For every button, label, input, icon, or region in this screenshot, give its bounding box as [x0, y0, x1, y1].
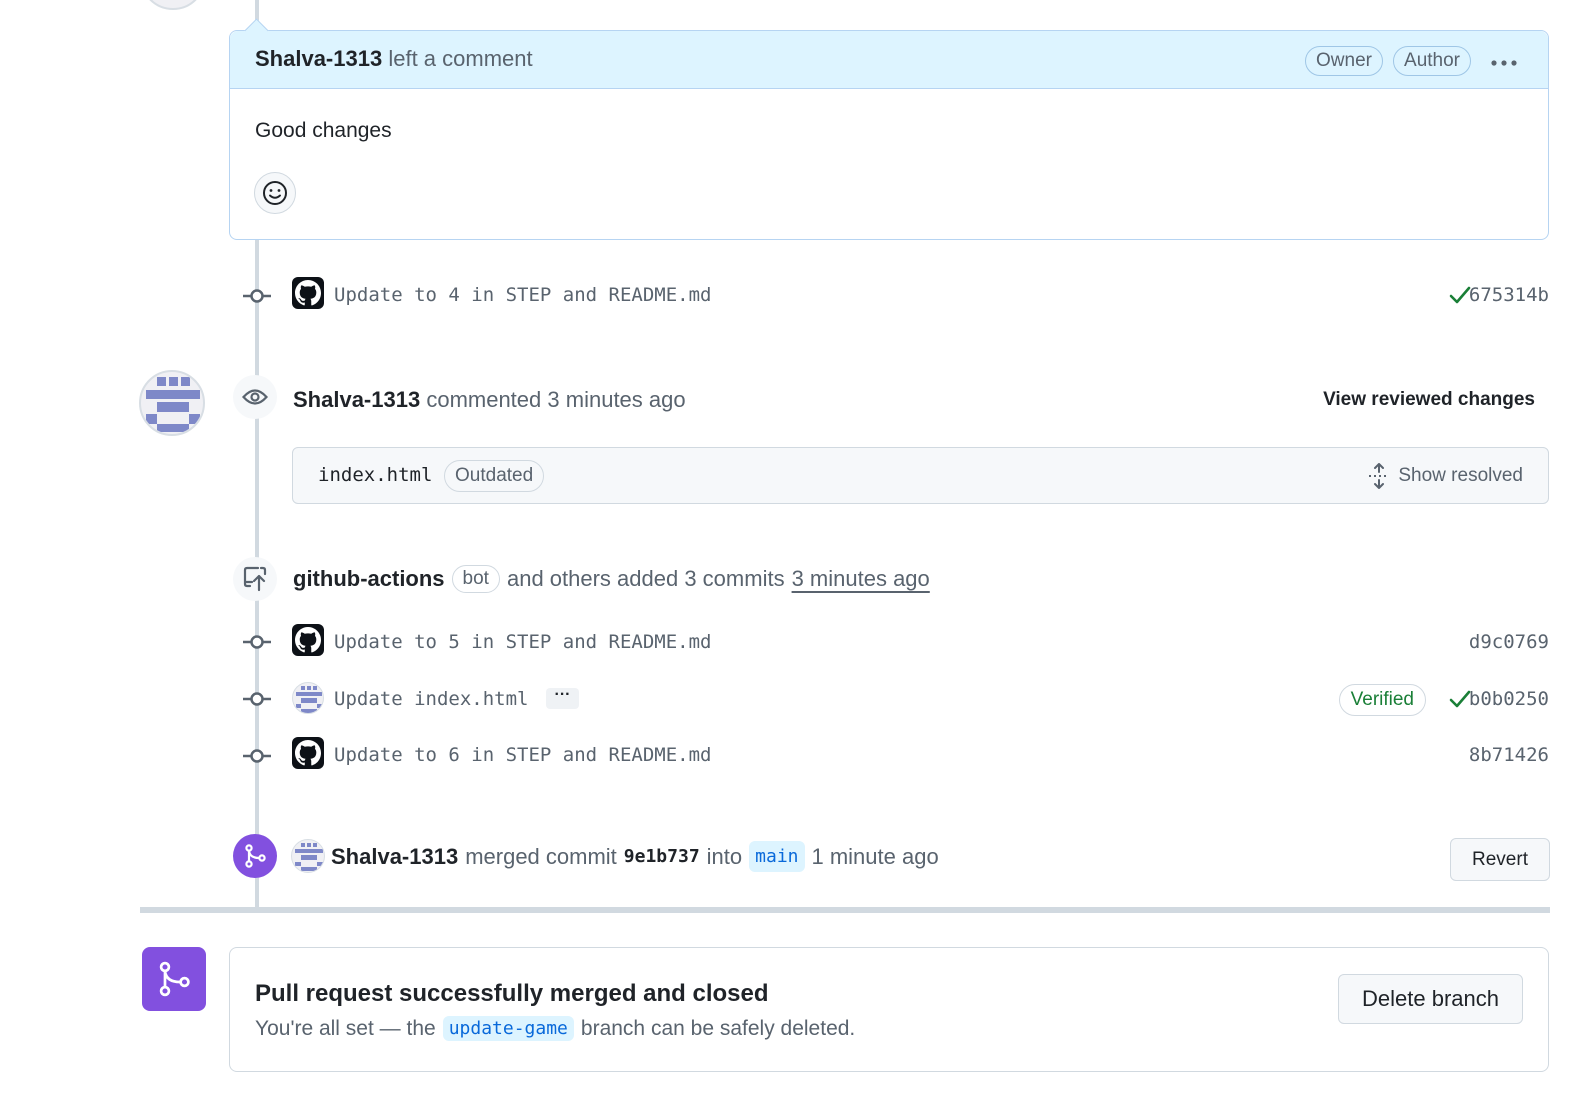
merge-author[interactable]: Shalva-1313	[331, 844, 458, 870]
commit-expand-button[interactable]: ···	[546, 687, 579, 709]
git-merge-icon	[142, 947, 206, 1011]
avatar[interactable]	[140, 0, 206, 10]
merge-status-box: Pull request successfully merged and clo…	[229, 947, 1549, 1072]
comment-body: Good changes	[255, 119, 392, 142]
timeline-divider	[140, 907, 1550, 913]
merge-time[interactable]: 1 minute ago	[812, 844, 939, 870]
merge-into: into	[706, 843, 743, 869]
comment-header: Shalva-1313 left a comment Owner Author	[230, 31, 1548, 89]
avatar[interactable]	[139, 370, 205, 436]
github-avatar-icon[interactable]	[292, 624, 324, 656]
author-badge: Author	[1393, 46, 1471, 76]
commit-message[interactable]: Update to 6 in STEP and README.md	[334, 744, 712, 766]
github-avatar-icon[interactable]	[292, 277, 324, 309]
avatar[interactable]	[291, 839, 325, 873]
commit-sha[interactable]: 8b71426	[1469, 744, 1549, 766]
review-file-header: index.html Outdated Show resolved	[292, 447, 1549, 504]
bot-badge: bot	[451, 565, 500, 593]
repo-push-icon	[233, 557, 277, 601]
delete-branch-button[interactable]: Delete branch	[1338, 974, 1523, 1024]
show-resolved-label: Show resolved	[1398, 465, 1523, 486]
merge-action: merged commit	[465, 843, 617, 869]
git-commit-icon	[243, 635, 271, 649]
kebab-horizontal-icon[interactable]	[1490, 45, 1518, 71]
commit-message[interactable]: Update to 4 in STEP and README.md	[334, 284, 712, 306]
review-author[interactable]: Shalva-1313	[293, 387, 420, 412]
check-icon[interactable]	[1449, 285, 1471, 310]
comment-card: Shalva-1313 left a comment Owner Author …	[229, 30, 1549, 240]
merge-status-suffix: branch can be safely deleted.	[580, 1016, 856, 1040]
git-commit-icon	[243, 749, 271, 763]
check-icon[interactable]	[1449, 689, 1471, 714]
show-resolved-button[interactable]: Show resolved	[1368, 463, 1523, 489]
commit-sha[interactable]: b0b0250	[1469, 688, 1549, 710]
push-actor[interactable]: github-actions	[293, 566, 445, 592]
owner-badge: Owner	[1305, 46, 1383, 76]
eye-icon	[233, 375, 277, 419]
review-action: commented	[426, 387, 542, 412]
unfold-icon	[1369, 463, 1390, 489]
git-commit-icon	[243, 289, 271, 303]
commit-message[interactable]: Update to 5 in STEP and README.md	[334, 631, 712, 653]
comment-action: left a comment	[388, 46, 533, 71]
commit-sha[interactable]: d9c0769	[1469, 631, 1549, 653]
base-branch[interactable]: main	[749, 841, 805, 872]
verified-badge[interactable]: Verified	[1338, 684, 1426, 716]
push-action: and others added 3 commits	[506, 566, 785, 591]
git-commit-icon	[243, 692, 271, 706]
push-time[interactable]: 3 minutes ago	[792, 566, 930, 592]
smiley-icon	[263, 181, 287, 205]
file-name[interactable]: index.html	[318, 464, 432, 486]
commit-message[interactable]: Update index.html	[334, 688, 528, 710]
merge-status-title: Pull request successfully merged and clo…	[255, 980, 769, 1007]
github-avatar-icon[interactable]	[292, 737, 324, 769]
head-branch[interactable]: update-game	[442, 1016, 574, 1041]
review-time[interactable]: 3 minutes ago	[547, 387, 685, 412]
commit-sha[interactable]: 675314b	[1469, 284, 1549, 306]
outdated-badge: Outdated	[444, 460, 545, 492]
add-reaction-button[interactable]	[254, 172, 296, 214]
git-merge-icon	[233, 834, 277, 878]
merge-status-prefix: You're all set — the	[255, 1016, 436, 1040]
comment-author[interactable]: Shalva-1313	[255, 46, 382, 71]
avatar[interactable]	[292, 682, 324, 714]
revert-button[interactable]: Revert	[1450, 838, 1550, 881]
view-reviewed-changes-link[interactable]: View reviewed changes	[1323, 389, 1535, 411]
merge-commit-sha[interactable]: 9e1b737	[624, 846, 700, 867]
